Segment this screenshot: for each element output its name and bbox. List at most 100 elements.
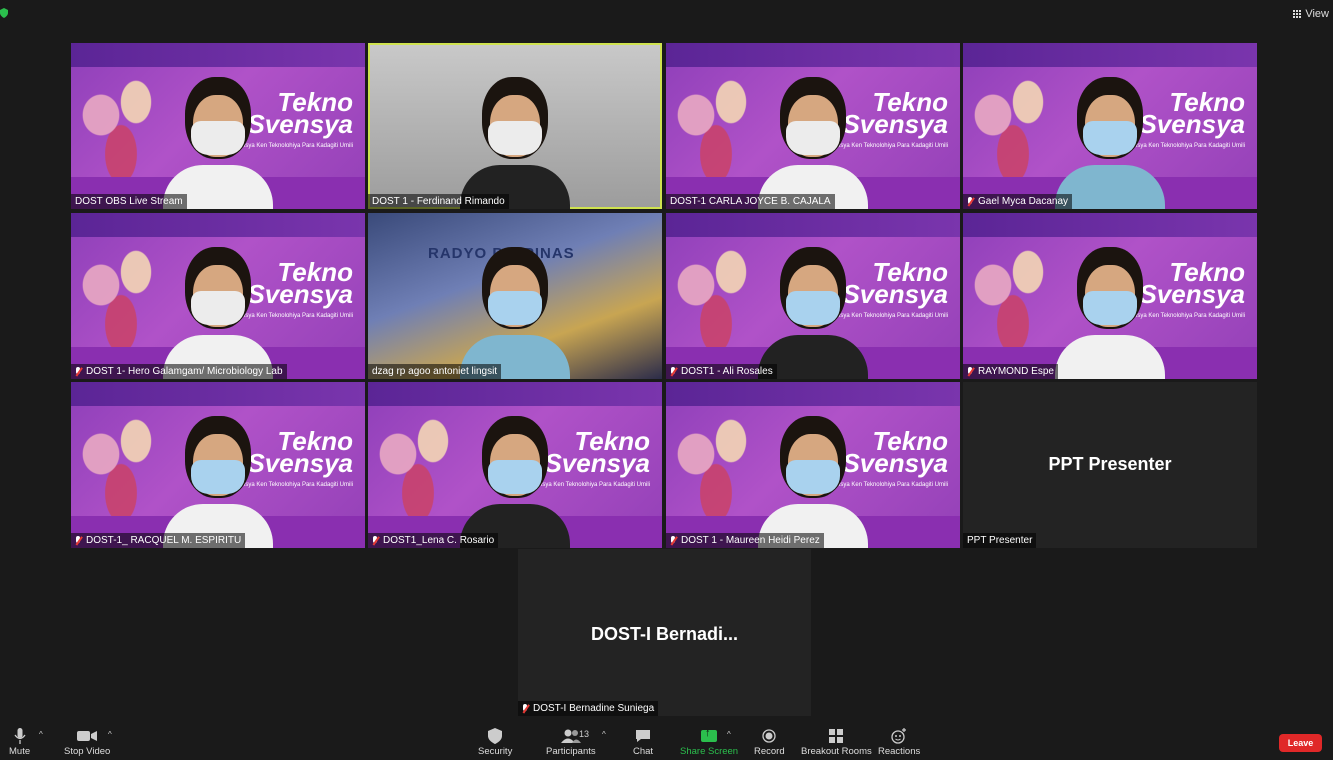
share-screen-label: Share Screen bbox=[680, 746, 739, 757]
participant-name-label: DOST 1- Hero Galamgam/ Microbiology Lab bbox=[71, 364, 287, 379]
participant-name-label: DOST 1 - Maureen Heidi Perez bbox=[666, 533, 824, 548]
participant-tile[interactable]: Tekno PreSvensya Syensya Ken Teknolohiya P… bbox=[666, 382, 960, 548]
speaker-name: DOST-I Bernadine Suniega bbox=[533, 703, 655, 714]
participant-name-label: DOST 1 - Ferdinand Rimando bbox=[368, 194, 509, 209]
participant-name: DOST 1- Hero Galamgam/ Microbiology Lab bbox=[86, 366, 283, 377]
participant-name: DOST OBS Live Stream bbox=[75, 196, 183, 207]
participant-name: dzag rp agoo antoniet lingsit bbox=[372, 366, 498, 377]
participant-tile[interactable]: Tekno PreSvensya Syensya Ken Teknolohiya P… bbox=[368, 382, 662, 548]
background-illustration bbox=[963, 233, 1063, 363]
reactions-label: Reactions bbox=[878, 746, 921, 757]
participant-name: DOST1 - Ali Rosales bbox=[681, 366, 773, 377]
record-icon bbox=[762, 729, 776, 743]
participant-video bbox=[758, 69, 868, 209]
reactions-button[interactable]: Reactions bbox=[878, 726, 920, 757]
background-illustration bbox=[71, 402, 171, 532]
record-button[interactable]: Record bbox=[754, 726, 785, 757]
shield-icon bbox=[488, 728, 503, 744]
participant-name-label: Gael Myca Dacanay bbox=[963, 194, 1073, 209]
participant-video bbox=[758, 408, 868, 548]
participant-tile[interactable]: Tekno PreSvensya Syensya Ken Teknolohiya P… bbox=[71, 43, 365, 209]
microphone-icon bbox=[14, 728, 26, 744]
video-gallery: Tekno PreSvensya Syensya Ken Teknolohiya P… bbox=[71, 43, 1258, 548]
breakout-rooms-button[interactable]: Breakout Rooms bbox=[801, 726, 872, 757]
participant-video bbox=[460, 408, 570, 548]
participant-tile[interactable]: Tekno PreSvensya Syensya Ken Teknolohiya P… bbox=[963, 213, 1257, 379]
grid-view-icon bbox=[1292, 10, 1301, 19]
stop-video-label: Stop Video bbox=[64, 746, 111, 757]
participant-tile[interactable]: Tekno PreSvensya Syensya Ken Teknolohiya P… bbox=[666, 43, 960, 209]
participant-name-label: DOST OBS Live Stream bbox=[71, 194, 187, 209]
participant-video bbox=[460, 69, 570, 209]
participant-name: Gael Myca Dacanay bbox=[978, 196, 1069, 207]
participant-tile[interactable]: RADYO PILIPINASdzag rp agoo antoniet lin… bbox=[368, 213, 662, 379]
participant-name-label: DOST1_Lena C. Rosario bbox=[368, 533, 499, 548]
participant-name: DOST-1_ RACQUEL M. ESPIRITU bbox=[86, 535, 242, 546]
participant-tile[interactable]: Tekno PreSvensya Syensya Ken Teknolohiya P… bbox=[71, 213, 365, 379]
participant-video bbox=[1055, 239, 1165, 379]
participant-tile[interactable]: Tekno PreSvensya Syensya Ken Teknolohiya P… bbox=[666, 213, 960, 379]
participant-video bbox=[163, 408, 273, 548]
participants-count: 13 bbox=[579, 729, 590, 739]
share-screen-icon bbox=[701, 727, 718, 742]
breakout-rooms-label: Breakout Rooms bbox=[801, 746, 872, 757]
participant-tile[interactable]: DOST 1 - Ferdinand Rimando bbox=[368, 43, 662, 209]
participant-name-label: RAYMOND Espe bbox=[963, 364, 1058, 379]
video-options-caret[interactable]: ^ bbox=[108, 730, 112, 739]
participant-name-label: DOST-1 CARLA JOYCE B. CAJALA bbox=[666, 194, 835, 209]
chat-button[interactable]: Chat bbox=[633, 726, 653, 757]
stop-video-button[interactable]: Stop Video bbox=[64, 726, 110, 757]
mic-muted-icon bbox=[670, 367, 677, 376]
participant-name: DOST 1 - Ferdinand Rimando bbox=[372, 196, 505, 207]
participant-video bbox=[1055, 69, 1165, 209]
chat-icon bbox=[636, 730, 651, 742]
mic-muted-icon bbox=[967, 197, 974, 206]
share-options-caret[interactable]: ^ bbox=[727, 730, 731, 739]
leave-button[interactable]: Leave bbox=[1279, 734, 1322, 752]
mic-muted-icon bbox=[75, 367, 82, 376]
mute-button[interactable]: Mute bbox=[9, 726, 30, 757]
participants-label: Participants bbox=[546, 746, 596, 757]
participant-name: DOST1_Lena C. Rosario bbox=[383, 535, 495, 546]
participant-name: RAYMOND Espe bbox=[978, 366, 1054, 377]
mic-muted-icon bbox=[967, 367, 974, 376]
background-illustration bbox=[71, 233, 171, 363]
participants-options-caret[interactable]: ^ bbox=[602, 730, 606, 739]
security-shield-icon bbox=[0, 8, 8, 18]
participant-name: DOST-1 CARLA JOYCE B. CAJALA bbox=[670, 196, 831, 207]
mic-muted-icon bbox=[522, 704, 529, 713]
chat-label: Chat bbox=[633, 746, 654, 757]
participant-video bbox=[460, 239, 570, 379]
participant-name: PPT Presenter bbox=[967, 535, 1033, 546]
background-illustration bbox=[368, 402, 468, 532]
background-illustration bbox=[963, 63, 1063, 193]
participant-tile[interactable]: Tekno PreSvensya Syensya Ken Teknolohiya P… bbox=[71, 382, 365, 548]
participants-icon bbox=[560, 729, 581, 743]
mic-muted-icon bbox=[670, 536, 677, 545]
participant-video bbox=[163, 239, 273, 379]
meeting-toolbar: Mute ^ Stop Video ^ Security Participant… bbox=[0, 724, 1333, 760]
mute-label: Mute bbox=[9, 746, 31, 757]
background-illustration bbox=[666, 63, 766, 193]
view-label: View bbox=[1305, 8, 1329, 20]
video-camera-icon bbox=[77, 731, 98, 741]
participant-video bbox=[758, 239, 868, 379]
participant-name-label: DOST-1_ RACQUEL M. ESPIRITU bbox=[71, 533, 246, 548]
speaker-tile[interactable]: DOST-I Bernadi... DOST-I Bernadine Sunie… bbox=[518, 549, 811, 716]
participant-name-label: PPT Presenter bbox=[963, 533, 1037, 548]
participant-tile[interactable]: Tekno PreSvensya Syensya Ken Teknolohiya P… bbox=[963, 43, 1257, 209]
participant-video bbox=[163, 69, 273, 209]
participant-name: DOST 1 - Maureen Heidi Perez bbox=[681, 535, 820, 546]
mic-muted-icon bbox=[75, 536, 82, 545]
mute-options-caret[interactable]: ^ bbox=[39, 730, 43, 739]
security-button[interactable]: Security bbox=[478, 726, 512, 757]
security-label: Security bbox=[478, 746, 513, 757]
view-button[interactable]: View bbox=[1292, 8, 1329, 20]
background-illustration bbox=[666, 233, 766, 363]
speaker-name-label: DOST-I Bernadine Suniega bbox=[518, 701, 659, 716]
participant-tile[interactable]: PPT Presenter PPT Presenter bbox=[963, 382, 1257, 548]
mic-muted-icon bbox=[372, 536, 379, 545]
ppt-presenter-title: PPT Presenter bbox=[1048, 454, 1172, 474]
background-illustration bbox=[71, 63, 171, 193]
background-illustration bbox=[666, 402, 766, 532]
